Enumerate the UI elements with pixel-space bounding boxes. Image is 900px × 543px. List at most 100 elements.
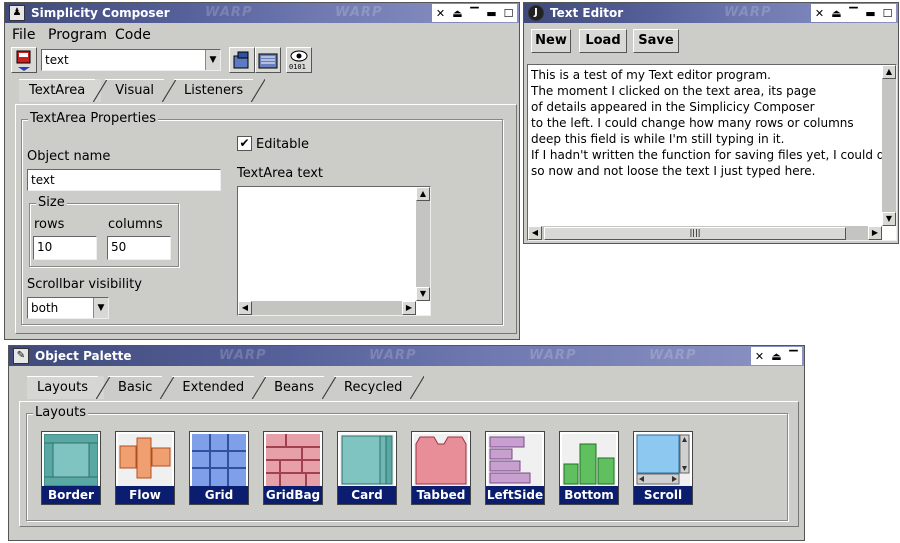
palette-item-scroll[interactable]: Scroll (633, 431, 693, 505)
bottom-layout-icon (562, 434, 616, 486)
columns-input[interactable]: 50 (107, 236, 171, 260)
menu-code[interactable]: Code (115, 27, 151, 43)
app-icon[interactable]: ♟ (9, 5, 25, 21)
palette-item-label: Scroll (634, 486, 692, 504)
chevron-down-icon[interactable]: ▼ (205, 50, 220, 70)
scroll-up-icon[interactable]: ▲ (882, 65, 896, 79)
rows-input[interactable]: 10 (33, 236, 97, 260)
scroll-right-icon[interactable]: ▶ (868, 226, 882, 240)
palette-item-flow[interactable]: Flow (115, 431, 175, 505)
tab-beans[interactable]: Beans (264, 376, 336, 399)
palette-item-label: Card (338, 486, 396, 504)
palette-item-card[interactable]: Card (337, 431, 397, 505)
object-select[interactable]: text ▼ (41, 49, 221, 71)
tab-layouts[interactable]: Layouts (27, 376, 110, 399)
close-icon[interactable]: ✕ (751, 347, 768, 365)
menu-program[interactable]: Program (48, 27, 107, 43)
composer-titlebar[interactable]: ♟ Simplicity Composer WARP WARP ✕ ⏏ ▔ ▬ … (5, 3, 519, 23)
horizontal-scrollbar[interactable]: ◀ |||| ▶ (528, 226, 882, 240)
vertical-scrollbar[interactable]: ▲ ▼ (416, 187, 430, 301)
editable-label: Editable (256, 137, 310, 152)
rows-value: 10 (37, 240, 53, 254)
menu-file[interactable]: File (12, 27, 35, 43)
text-editor-titlebar[interactable]: J Text Editor WARP ✕ ⏏ ▔ ▬ ☐ (524, 3, 898, 23)
shade-icon[interactable]: ⏏ (828, 4, 845, 22)
minimize-icon[interactable]: ▬ (483, 4, 500, 22)
palette-item-label: GridBag (264, 486, 322, 504)
scroll-down-icon[interactable]: ▼ (416, 287, 430, 301)
textarea-text-input[interactable]: ▲ ▼ ◀ ▶ (237, 186, 431, 316)
rows-label: rows (34, 217, 65, 232)
tab-basic[interactable]: Basic (107, 376, 175, 399)
chevron-down-icon[interactable]: ▼ (93, 298, 108, 318)
minimize-icon[interactable]: ▬ (862, 4, 879, 22)
open-file-button[interactable] (11, 47, 37, 73)
columns-label: columns (108, 217, 163, 232)
horizontal-scrollbar[interactable]: ◀ ▶ (238, 301, 416, 315)
palette-item-label: Border (42, 486, 100, 504)
close-icon[interactable]: ✕ (811, 4, 828, 22)
palette-item-border[interactable]: Border (41, 431, 101, 505)
editor-textarea[interactable]: This is a test of my Text editor program… (527, 64, 897, 241)
stick-icon[interactable]: ▔ (845, 4, 862, 22)
scroll-up-icon[interactable]: ▲ (416, 187, 430, 201)
load-button[interactable]: Load (579, 29, 627, 53)
java-icon[interactable]: J (528, 5, 544, 21)
tab-listeners[interactable]: Listeners (174, 79, 266, 102)
maximize-icon[interactable]: ☐ (500, 4, 517, 22)
scroll-left-icon[interactable]: ◀ (528, 226, 542, 240)
component-icon (233, 51, 249, 69)
card-layout-icon (340, 434, 394, 486)
flow-layout-icon (118, 434, 172, 486)
shade-icon[interactable]: ⏏ (768, 347, 785, 365)
watermark: WARP (369, 348, 417, 363)
palette-item-gridbag[interactable]: GridBag (263, 431, 323, 505)
palette-item-bottom[interactable]: Bottom (559, 431, 619, 505)
palette-item-tabbed[interactable]: Tabbed (411, 431, 471, 505)
palette-item-label: LeftSide (486, 486, 544, 504)
composer-title: Simplicity Composer (31, 6, 170, 20)
composer-tabs: TextArea Visual Listeners (19, 79, 266, 102)
open-file-icon (16, 50, 31, 71)
scroll-left-icon[interactable]: ◀ (238, 301, 252, 315)
scroll-thumb[interactable]: |||| (544, 227, 846, 240)
scroll-down-icon[interactable]: ▼ (882, 212, 896, 226)
scrollbar-visibility-select[interactable]: both ▼ (27, 297, 109, 319)
save-button-label: Save (638, 33, 674, 48)
tab-textarea[interactable]: TextArea (19, 79, 108, 102)
load-button-label: Load (585, 33, 621, 48)
editable-checkbox[interactable]: ✔ (237, 136, 252, 151)
palette-item-grid[interactable]: Grid (189, 431, 249, 505)
grid-layout-icon (192, 434, 246, 486)
menubar: File Program Code (5, 24, 519, 46)
watermark: WARP (649, 348, 697, 363)
object-select-value: text (45, 53, 69, 67)
tab-extended[interactable]: Extended (172, 376, 266, 399)
shade-icon[interactable]: ⏏ (449, 4, 466, 22)
palette-item-label: Bottom (560, 486, 618, 504)
scroll-right-icon[interactable]: ▶ (402, 301, 416, 315)
palette-titlebar[interactable]: ✎ Object Palette WARP WARP WARP WARP ✕ ⏏… (9, 346, 804, 366)
stick-icon[interactable]: ▔ (785, 347, 802, 365)
build-button[interactable] (255, 47, 281, 73)
palette-tabs: Layouts Basic Extended Beans Recycled (27, 376, 425, 399)
palette-item-leftside[interactable]: LeftSide (485, 431, 545, 505)
save-button[interactable]: Save (633, 29, 679, 53)
composer-window: ♟ Simplicity Composer WARP WARP ✕ ⏏ ▔ ▬ … (4, 2, 520, 340)
maximize-icon[interactable]: ☐ (879, 4, 896, 22)
object-palette-window: ✎ Object Palette WARP WARP WARP WARP ✕ ⏏… (8, 345, 805, 541)
close-icon[interactable]: ✕ (432, 4, 449, 22)
palette-item-label: Tabbed (412, 486, 470, 504)
object-name-input[interactable]: text (27, 169, 221, 191)
tab-visual[interactable]: Visual (105, 79, 176, 102)
vertical-scrollbar[interactable]: ▲ ▼ (882, 65, 896, 226)
binary-code-button[interactable]: 0101 (286, 47, 312, 73)
new-button[interactable]: New (531, 29, 571, 53)
add-component-button[interactable] (229, 47, 255, 73)
palette-item-label: Grid (190, 486, 248, 504)
stick-icon[interactable]: ▔ (466, 4, 483, 22)
size-group-title: Size (36, 195, 67, 210)
text-editor-title: Text Editor (550, 6, 624, 20)
tab-recycled[interactable]: Recycled (334, 376, 425, 399)
palette-app-icon[interactable]: ✎ (13, 348, 29, 364)
